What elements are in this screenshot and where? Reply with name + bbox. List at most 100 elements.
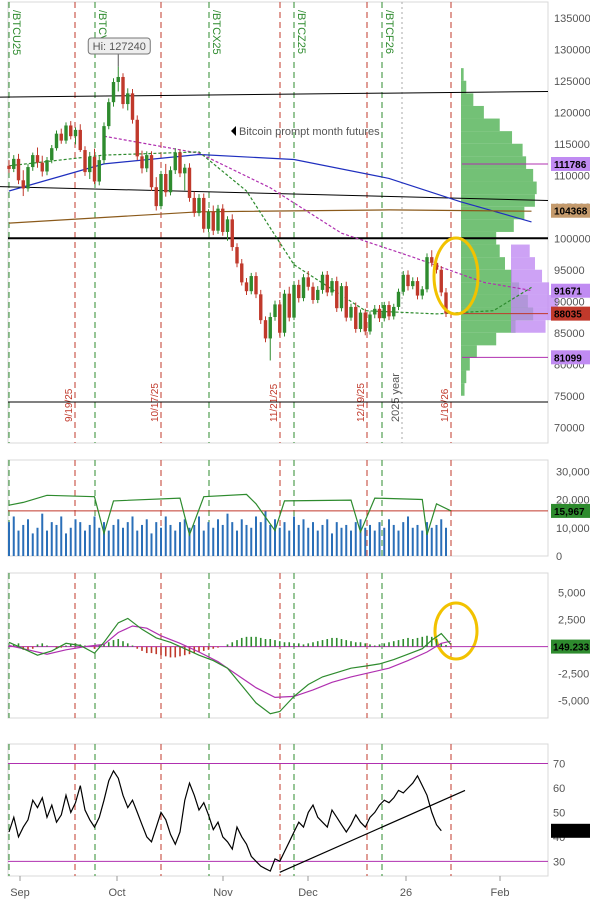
candle-body [16, 158, 21, 181]
macd-histogram-bar [226, 644, 229, 647]
volume-bar [226, 513, 229, 556]
macd-histogram-bar [65, 645, 67, 647]
volume-bar [283, 522, 286, 556]
volume-bar [179, 522, 181, 556]
macd-histogram-bar [145, 646, 148, 654]
volume-bar [46, 530, 48, 556]
volume-bar [217, 519, 219, 556]
candle-body [278, 304, 282, 333]
candle-body [368, 314, 372, 332]
macd-histogram-bar [212, 646, 215, 649]
macd-histogram-bar [255, 636, 257, 647]
contract-label: /BTCF26 [383, 10, 395, 54]
candle-body [273, 304, 277, 317]
candle-body [178, 152, 182, 174]
price-tick-label: 95000 [554, 265, 585, 277]
macd-histogram-bar [345, 640, 348, 647]
macd-histogram-bar [112, 640, 115, 647]
candle-body [145, 155, 149, 169]
candle-body [387, 305, 391, 317]
candle-body [225, 219, 230, 232]
candle-body [64, 125, 68, 141]
candle-body [311, 286, 315, 300]
volume-bar [12, 516, 15, 556]
annotation-text: Bitcoin prompt month futures [239, 126, 380, 138]
macd-histogram-bar [174, 646, 177, 658]
candle-body [263, 320, 268, 339]
volume-bar [145, 519, 148, 556]
price-tick-label: 135000 [554, 13, 590, 25]
volume-bar [250, 527, 253, 556]
volume-bar [22, 524, 25, 556]
volume-bar [364, 527, 367, 556]
candle-body [420, 289, 424, 296]
candle-body [230, 219, 234, 248]
volume-bar [340, 527, 343, 556]
month-label: Nov [213, 887, 233, 899]
volume-bar [155, 522, 158, 556]
price-tick-label: 100000 [554, 233, 590, 245]
volume-bar [383, 527, 386, 556]
volume-bar [88, 524, 91, 556]
macd-histogram-bar [297, 643, 300, 647]
volume-bar [421, 530, 424, 556]
volume-profile-bin [461, 320, 516, 333]
macd-histogram-bar [31, 646, 34, 649]
candle-body [59, 133, 63, 141]
candle-body [45, 160, 49, 172]
volume-bar [293, 516, 295, 556]
price-tick-label: 85000 [554, 328, 585, 340]
volume-bar [354, 522, 357, 556]
macd-histogram-bar [169, 646, 172, 658]
candle-body [154, 187, 158, 207]
rsi-tick-label: 60 [553, 783, 565, 795]
candle-body [335, 281, 339, 309]
volume-bar [65, 533, 67, 556]
volume-bar [245, 524, 248, 556]
volume-bar [69, 527, 72, 556]
candle-body [97, 160, 101, 182]
volume-profile-bin [461, 244, 500, 258]
volume-bar [297, 524, 300, 556]
volume-badge-label: 15,967 [554, 507, 585, 518]
volume-profile-bin [461, 168, 534, 182]
candle-body [259, 294, 263, 321]
volume-bar [103, 522, 105, 556]
volume-bar [312, 522, 314, 556]
volume-bar [402, 522, 405, 556]
volume-bar [212, 527, 215, 556]
price-badge-label: 91671 [554, 287, 582, 298]
volume-bar [378, 522, 381, 556]
volume-bar [302, 519, 305, 556]
macd-histogram-bar [131, 645, 134, 647]
volume-bar [407, 516, 409, 556]
volume-bar [345, 524, 348, 556]
macd-histogram-bar [331, 637, 333, 647]
candle-body [21, 180, 25, 189]
contract-label: /BTCZ25 [295, 10, 307, 54]
macd-histogram-bar [207, 646, 210, 650]
macd-histogram-bar [136, 646, 139, 649]
volume-profile-bin [461, 370, 467, 384]
volume-bar [369, 524, 371, 556]
macd-histogram-bar [373, 645, 376, 647]
volume-profile-bin [461, 257, 505, 270]
volume-bar [164, 516, 167, 556]
candle-body [339, 286, 344, 309]
month-label: Oct [108, 887, 125, 899]
volume-profile-bin [461, 282, 520, 295]
candle-body [216, 208, 220, 231]
volume-bar [392, 524, 395, 556]
candle-body [411, 281, 415, 287]
rsi-trendline [279, 789, 466, 873]
price-tick-label: 110000 [554, 170, 590, 182]
volume-bar [430, 527, 433, 556]
candle-body [111, 82, 116, 103]
volume-bar [231, 522, 234, 556]
volume-profile-bin [461, 93, 474, 106]
volume-profile-value-area [511, 269, 543, 283]
macd-histogram-bar [264, 639, 267, 647]
candle-body [12, 158, 16, 169]
volume-bar [141, 524, 143, 556]
candle-body [282, 293, 287, 333]
